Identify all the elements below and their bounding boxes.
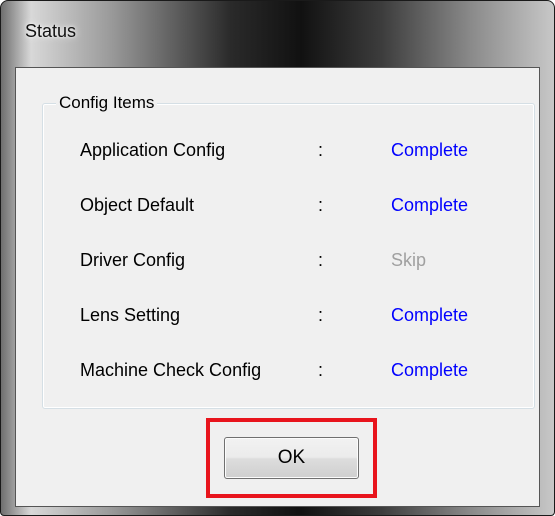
separator: : — [318, 195, 324, 215]
status-value: Complete — [391, 360, 469, 380]
config-row-driver: Driver Config : Skip — [16, 248, 541, 272]
config-item-label: Machine Check Config — [80, 360, 262, 380]
dialog-body: Config Items Application Config : Comple… — [15, 67, 540, 507]
status-value: Complete — [391, 305, 469, 325]
config-item-label: Application Config — [80, 140, 226, 160]
config-row-lens-setting: Lens Setting : Complete — [16, 303, 541, 327]
status-value: Complete — [391, 195, 469, 215]
status-value: Skip — [391, 250, 427, 270]
config-item-label: Driver Config — [80, 250, 186, 270]
separator: : — [318, 140, 324, 160]
window-title: Status — [25, 21, 77, 41]
separator: : — [318, 250, 324, 270]
separator: : — [318, 360, 324, 380]
status-value: Complete — [391, 140, 469, 160]
config-item-label: Object Default — [80, 195, 195, 215]
separator: : — [318, 305, 324, 325]
title-bar[interactable]: Status — [1, 1, 554, 67]
config-row-object-default: Object Default : Complete — [16, 193, 541, 217]
config-row-application: Application Config : Complete — [16, 138, 541, 162]
ok-button[interactable]: OK — [224, 437, 359, 479]
config-row-machine-check: Machine Check Config : Complete — [16, 358, 541, 382]
groupbox-label: Config Items — [56, 93, 158, 113]
status-dialog: Status Config Items Application Config :… — [0, 0, 555, 516]
config-item-label: Lens Setting — [80, 305, 181, 325]
